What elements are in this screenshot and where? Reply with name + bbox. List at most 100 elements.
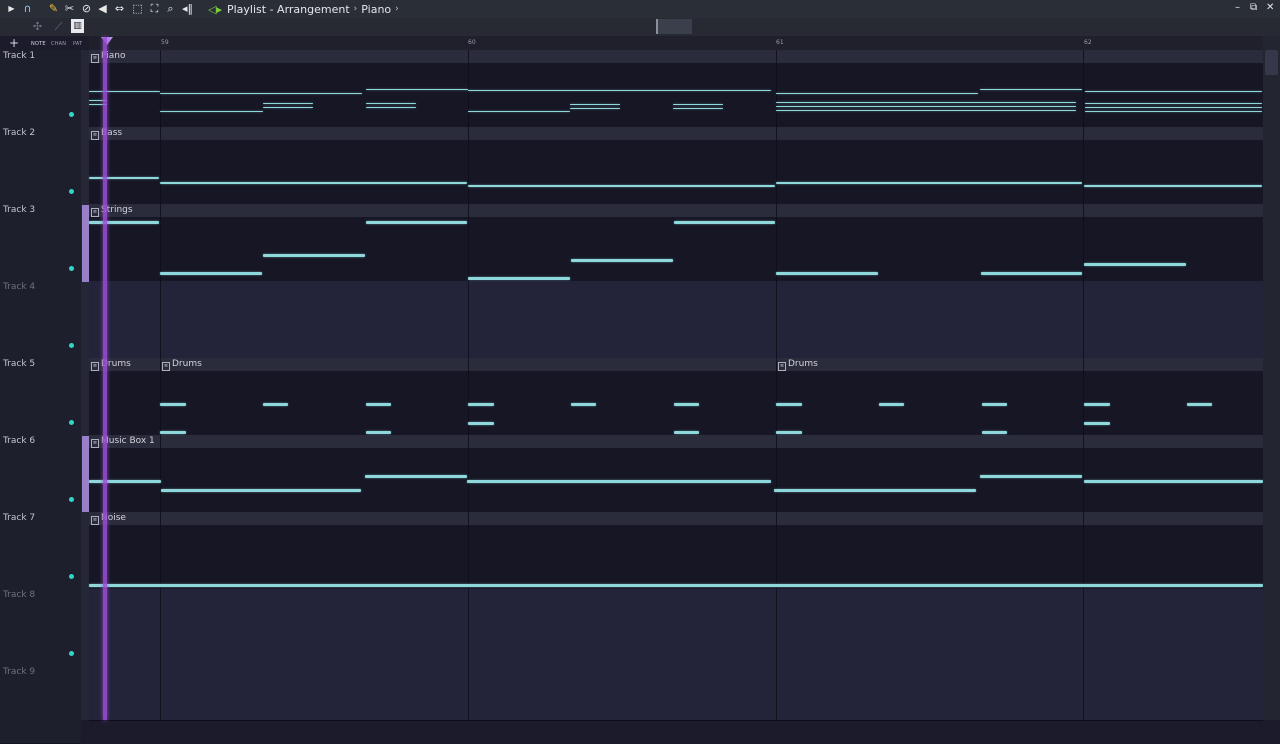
track-header-9[interactable]: Track 9	[0, 666, 81, 744]
piano-icon[interactable]: ▥	[71, 19, 84, 33]
clip-piano[interactable]: ≡ Piano	[91, 50, 125, 63]
breadcrumb-separator-icon: ›	[353, 4, 358, 14]
track-lane-1[interactable]: ≡ Piano	[89, 50, 1263, 128]
track-active-dot-icon[interactable]	[69, 266, 74, 271]
track-lane-4[interactable]	[89, 281, 1263, 359]
breadcrumb-pattern[interactable]: Piano	[361, 3, 391, 16]
note	[980, 89, 1082, 90]
delete-icon[interactable]: ⊘	[80, 2, 93, 16]
clip-strings[interactable]: ≡ Strings	[91, 204, 133, 217]
note	[468, 185, 775, 187]
snap-chan-label[interactable]: CHAN	[51, 41, 66, 47]
track-header-6[interactable]: Track 6	[0, 435, 81, 513]
pattern-clip-icon: ≡	[91, 54, 99, 63]
track-active-dot-icon[interactable]	[69, 343, 74, 348]
pencil-icon[interactable]: ✎	[47, 2, 60, 16]
note	[89, 584, 1263, 587]
note	[160, 182, 467, 184]
vertical-scrollbar[interactable]	[1263, 36, 1280, 720]
note	[160, 272, 262, 275]
snap-note-label[interactable]: NOTE	[31, 41, 46, 47]
note	[982, 403, 1007, 406]
track-lane-3[interactable]: ≡ Strings	[89, 204, 1263, 282]
arrangement-icon[interactable]: ✣	[31, 20, 44, 34]
selected-track-marker	[82, 436, 89, 512]
ruler-bar-59: 59	[161, 39, 169, 46]
slip-icon[interactable]: ⇔	[113, 2, 126, 16]
track-lane-9[interactable]	[89, 666, 1263, 721]
clip-header[interactable]	[89, 50, 1263, 63]
clip-drums[interactable]: ≡ Drums	[91, 358, 131, 371]
note	[776, 93, 978, 94]
timeline-ruler[interactable]: 59 60 61 62	[89, 36, 1263, 50]
track-active-dot-icon[interactable]	[69, 189, 74, 194]
snap-pat-label[interactable]: PAT	[73, 41, 82, 47]
zoom-icon[interactable]: ⌕	[164, 2, 177, 16]
menu-arrow-icon[interactable]: ▶	[5, 2, 18, 16]
track-header-7[interactable]: Track 7	[0, 512, 81, 590]
track-header-2[interactable]: Track 2	[0, 127, 81, 205]
track-header-1[interactable]: Track 1	[0, 50, 81, 128]
track-lane-6[interactable]: ≡ Music Box 1	[89, 435, 1263, 513]
track-header-4[interactable]: Track 4	[0, 281, 81, 359]
clip-drums[interactable]: ≡ Drums	[778, 358, 818, 371]
clip-drums[interactable]: ≡ Drums	[162, 358, 202, 371]
pattern-clip-icon: ≡	[91, 208, 99, 217]
mute-icon[interactable]: ◀	[96, 2, 109, 16]
note	[468, 422, 494, 425]
track-lane-8[interactable]	[89, 589, 1263, 667]
note	[879, 403, 904, 406]
track-active-dot-icon[interactable]	[69, 651, 74, 656]
track-label: Track 2	[3, 128, 36, 138]
track-header-3[interactable]: Track 3	[0, 204, 81, 282]
select-icon[interactable]: ⬚	[131, 2, 144, 16]
maximize-icon[interactable]: ⧉	[1250, 2, 1257, 13]
note	[1084, 480, 1263, 483]
playback-icon[interactable]: ◂‖	[181, 2, 194, 16]
note	[89, 177, 159, 179]
track-active-dot-icon[interactable]	[69, 574, 74, 579]
breadcrumb-playlist[interactable]: Playlist - Arrangement	[227, 3, 350, 16]
note	[1084, 422, 1110, 425]
breadcrumb: ◁▸ Playlist - Arrangement › Piano ›	[208, 0, 403, 18]
note	[160, 431, 186, 434]
track-active-dot-icon[interactable]	[69, 112, 74, 117]
vertical-scroll-thumb[interactable]	[1265, 50, 1278, 75]
track-lane-7[interactable]: ≡ Noise	[89, 512, 1263, 590]
track-active-dot-icon[interactable]	[69, 420, 74, 425]
minimize-icon[interactable]: –	[1235, 2, 1240, 13]
clip-header[interactable]	[89, 358, 1263, 371]
note	[160, 111, 263, 112]
note	[776, 272, 878, 275]
bar-grid-line	[468, 50, 469, 720]
track-header-8[interactable]: Track 8	[0, 589, 81, 667]
note	[160, 93, 362, 94]
playhead[interactable]	[103, 37, 107, 720]
horizontal-scroll-thumb[interactable]	[656, 19, 692, 34]
paint-icon[interactable]: ✂	[63, 2, 76, 16]
ruler-bar-62: 62	[1084, 39, 1092, 46]
note	[366, 403, 391, 406]
clip-header[interactable]	[89, 435, 1263, 448]
close-icon[interactable]: ✕	[1266, 2, 1274, 13]
note	[776, 106, 1076, 107]
wand-icon[interactable]: ⟋	[52, 20, 65, 34]
note	[776, 182, 1082, 184]
clip-header[interactable]	[89, 512, 1263, 525]
clip-header[interactable]	[89, 204, 1263, 217]
track-header-5[interactable]: Track 5	[0, 358, 81, 436]
note	[673, 108, 723, 109]
clip-header[interactable]	[89, 127, 1263, 140]
note	[89, 480, 161, 483]
track-label: Track 8	[3, 590, 36, 600]
track-lane-2[interactable]: ≡ Bass	[89, 127, 1263, 205]
add-track-icon[interactable]: +	[9, 36, 19, 50]
clip-name: Music Box 1	[101, 436, 155, 446]
magnet-icon[interactable]: ∩	[21, 2, 34, 16]
clip-music-box[interactable]: ≡ Music Box 1	[91, 435, 155, 448]
clip-noise[interactable]: ≡ Noise	[91, 512, 126, 525]
breadcrumb-chevron-icon[interactable]: ›	[395, 4, 399, 14]
note	[1187, 403, 1212, 406]
select-box-icon[interactable]: ⛶	[148, 2, 161, 16]
track-active-dot-icon[interactable]	[69, 497, 74, 502]
